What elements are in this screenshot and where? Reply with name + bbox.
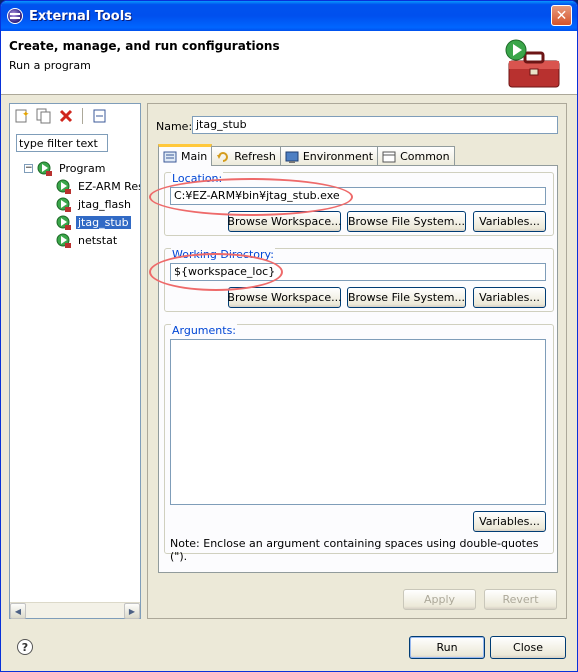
tree-label-program: Program [59, 162, 106, 175]
delete-icon[interactable] [57, 107, 75, 125]
configuration-editor-panel: Name: jtag_stub Main Refresh Environment… [147, 103, 567, 619]
external-tool-icon [56, 179, 71, 194]
new-config-icon[interactable]: ✦ [13, 107, 31, 125]
banner-title: Create, manage, and run configurations [9, 39, 280, 53]
window-title: External Tools [29, 8, 132, 24]
scroll-track[interactable] [26, 603, 124, 618]
revert-button[interactable]: Revert [484, 589, 557, 610]
program-run-icon [37, 161, 52, 176]
help-icon[interactable]: ? [17, 639, 33, 655]
name-field[interactable]: jtag_stub [192, 116, 558, 134]
collapse-toggle-icon[interactable]: − [24, 164, 33, 173]
scroll-left-icon[interactable]: ◀ [10, 603, 26, 619]
external-tool-icon [56, 233, 71, 248]
main-tab-icon [163, 151, 177, 162]
environment-icon [285, 151, 299, 163]
dialog-banner: Create, manage, and run configurations R… [1, 31, 577, 95]
tab-refresh[interactable]: Refresh [211, 146, 281, 166]
tab-environment[interactable]: Environment [279, 146, 379, 166]
location-field[interactable]: C:¥EZ-ARM¥bin¥jtag_stub.exe [170, 187, 546, 205]
collapse-all-icon[interactable] [90, 107, 108, 125]
arguments-textarea[interactable] [170, 339, 546, 505]
location-group: Location: C:¥EZ-ARM¥bin¥jtag_stub.exe Br… [164, 172, 554, 236]
tree-item-jtag-stub[interactable]: jtag_stub [56, 214, 131, 231]
horizontal-scrollbar[interactable]: ◀ ▶ [10, 602, 140, 619]
duplicate-icon[interactable] [35, 107, 53, 125]
apply-button[interactable]: Apply [403, 589, 476, 610]
tree-item-label: jtag_flash [78, 198, 131, 211]
eclipse-icon [7, 8, 23, 24]
workdir-browse-workspace-button[interactable]: Browse Workspace... [227, 287, 342, 308]
config-tabs: Main Refresh Environment Common [158, 144, 455, 166]
working-directory-group: Working Directory: ${workspace_loc} Brow… [164, 248, 554, 312]
arguments-note: Note: Enclose an argument containing spa… [170, 537, 539, 563]
arguments-label: Arguments: [171, 324, 238, 337]
toolbox-icon [505, 39, 560, 88]
main-tab-content: Location: C:¥EZ-ARM¥bin¥jtag_stub.exe Br… [158, 165, 558, 573]
workdir-browse-filesystem-button[interactable]: Browse File System... [347, 287, 466, 308]
filter-input[interactable] [16, 134, 108, 152]
tab-common[interactable]: Common [377, 146, 455, 166]
tab-main[interactable]: Main [158, 144, 213, 166]
tab-label: Refresh [234, 150, 276, 163]
arguments-group: Arguments: Variables... Note: Enclose an… [164, 324, 554, 563]
tree-item-label: EZ-ARM Reset [78, 180, 140, 193]
workdir-variables-button[interactable]: Variables... [473, 287, 546, 308]
tree-item-label-selected: jtag_stub [76, 216, 131, 229]
arguments-variables-button[interactable]: Variables... [473, 511, 546, 532]
tree-item-ez-arm-reset[interactable]: EZ-ARM Reset [56, 178, 140, 195]
tree-item-jtag-flash[interactable]: jtag_flash [56, 196, 133, 213]
scroll-right-icon[interactable]: ▶ [124, 603, 140, 619]
title-bar[interactable]: External Tools ✕ [1, 1, 577, 31]
tab-label: Main [181, 150, 208, 163]
tree-node-program[interactable]: − Program [24, 160, 107, 177]
working-directory-field[interactable]: ${workspace_loc} [170, 263, 546, 281]
name-label: Name: [156, 120, 193, 133]
external-tool-icon [56, 197, 71, 212]
location-variables-button[interactable]: Variables... [473, 211, 546, 232]
close-button[interactable]: Close [490, 636, 566, 659]
refresh-icon [217, 151, 229, 162]
location-browse-workspace-button[interactable]: Browse Workspace... [227, 211, 342, 232]
banner-subtitle: Run a program [9, 59, 91, 72]
location-label: Location: [171, 172, 224, 185]
run-button[interactable]: Run [409, 636, 485, 659]
configuration-list-panel: ✦ − Program [9, 103, 141, 619]
tree-item-label: netstat [78, 234, 118, 247]
toolbar-separator [82, 108, 83, 124]
external-tool-icon [56, 215, 71, 230]
svg-text:✦: ✦ [22, 110, 30, 120]
tree-item-netstat[interactable]: netstat [56, 232, 119, 249]
left-toolbar: ✦ [10, 104, 140, 128]
close-window-button[interactable]: ✕ [551, 5, 572, 26]
location-browse-filesystem-button[interactable]: Browse File System... [347, 211, 466, 232]
tab-label: Environment [302, 150, 374, 163]
common-icon [382, 151, 396, 162]
working-directory-label: Working Directory: [171, 248, 275, 261]
external-tools-window: External Tools ✕ Create, manage, and run… [0, 0, 578, 672]
tab-label: Common [400, 150, 450, 163]
